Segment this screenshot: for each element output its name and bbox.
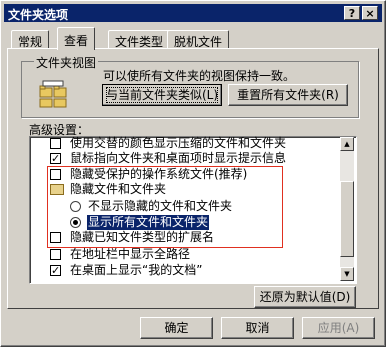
tab-strip: 常规 查看 文件类型 脱机文件 bbox=[7, 27, 379, 50]
list-item-label: 在地址栏中显示全路径 bbox=[70, 247, 191, 261]
tab-offline-files[interactable]: 脱机文件 bbox=[167, 30, 230, 49]
apply-button-focus-ring bbox=[106, 87, 218, 103]
checkbox-tooltips[interactable]: ✓ bbox=[50, 153, 61, 164]
list-item-label: 在桌面上显示“我的文档” bbox=[70, 263, 203, 277]
checkbox-my-documents-desktop[interactable]: ✓ bbox=[50, 265, 61, 276]
apply-button[interactable]: 应用(A) bbox=[302, 317, 375, 339]
folder-views-description: 可以使所有文件夹的视图保持一致。 bbox=[103, 69, 296, 83]
list-item-label: 使用交替的颜色显示压缩的文件和文件夹 bbox=[70, 136, 287, 150]
scroll-up-button[interactable]: ▲ bbox=[340, 137, 354, 151]
tab-view[interactable]: 查看 bbox=[57, 27, 96, 50]
cancel-button[interactable]: 取消 bbox=[221, 317, 294, 339]
reset-all-folders-button[interactable]: 重置所有文件夹(R) bbox=[228, 84, 348, 106]
annotation-highlight-box bbox=[47, 166, 283, 248]
restore-defaults-button[interactable]: 还原为默认值(D) bbox=[254, 286, 356, 308]
list-item-label: 鼠标指向文件夹和桌面项时显示提示信息 bbox=[70, 151, 287, 165]
tab-general[interactable]: 常规 bbox=[11, 30, 50, 49]
checkbox-full-path-address-bar[interactable] bbox=[50, 249, 61, 260]
title-bar: 文件夹选项 ? × bbox=[4, 4, 382, 22]
ok-button[interactable]: 确定 bbox=[140, 317, 213, 339]
folder-views-title: 文件夹视图 bbox=[34, 54, 99, 71]
tab-file-types[interactable]: 文件类型 bbox=[108, 30, 171, 49]
checkbox-compressed-color[interactable] bbox=[50, 138, 61, 149]
close-button[interactable]: × bbox=[362, 6, 378, 20]
scroll-thumb[interactable] bbox=[340, 181, 354, 257]
help-button[interactable]: ? bbox=[344, 6, 360, 20]
apply-to-all-folders-button[interactable]: 与当前文件夹类似(L) bbox=[102, 84, 222, 106]
folder-views-icon bbox=[39, 80, 67, 108]
scroll-down-button[interactable]: ▼ bbox=[340, 267, 354, 281]
vertical-scrollbar[interactable]: ▲ ▼ bbox=[340, 137, 354, 281]
window-title: 文件夹选项 bbox=[8, 8, 69, 22]
